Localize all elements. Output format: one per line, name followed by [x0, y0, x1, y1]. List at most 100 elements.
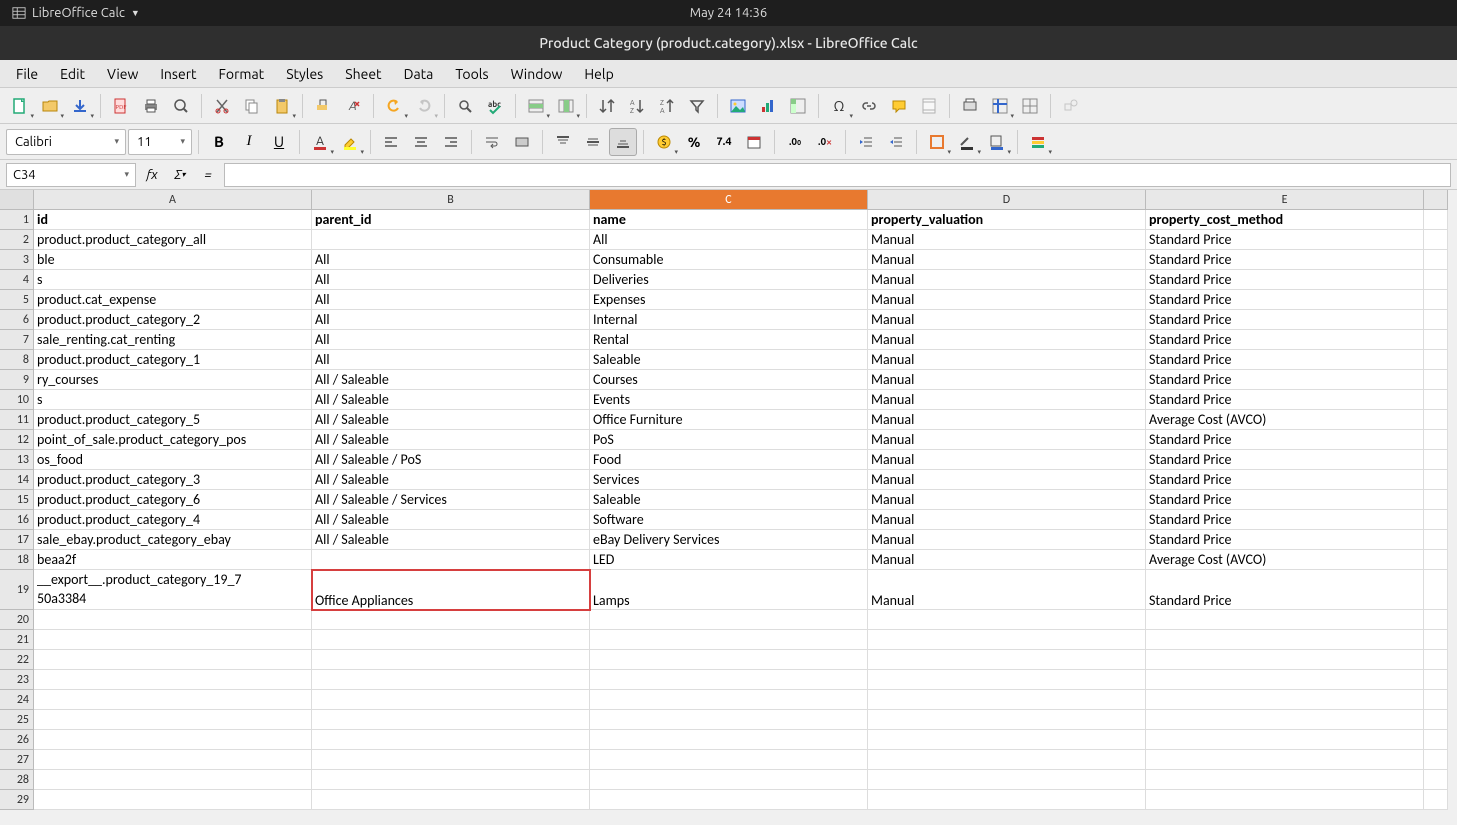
cell-24E[interactable] [1146, 690, 1424, 710]
cell-1D[interactable]: property_valuation [868, 210, 1146, 230]
row-header-10[interactable]: 10 [0, 390, 34, 410]
cell-15E[interactable]: Standard Price [1146, 490, 1424, 510]
row-header-11[interactable]: 11 [0, 410, 34, 430]
cell-16C[interactable]: Software [590, 510, 868, 530]
row-header-9[interactable]: 9 [0, 370, 34, 390]
cell-28F[interactable] [1424, 770, 1448, 790]
cell-27E[interactable] [1146, 750, 1424, 770]
number-format-button[interactable]: 7.4 [710, 128, 738, 156]
cell-28B[interactable] [312, 770, 590, 790]
cell-9F[interactable] [1424, 370, 1448, 390]
sum-button[interactable]: Σ ▾ [168, 163, 192, 187]
align-top-button[interactable] [549, 128, 577, 156]
cell-19C[interactable]: Lamps [590, 570, 868, 610]
cell-1A[interactable]: id [34, 210, 312, 230]
row-header-14[interactable]: 14 [0, 470, 34, 490]
cell-12F[interactable] [1424, 430, 1448, 450]
autofilter-button[interactable] [683, 92, 711, 120]
new-button[interactable] [6, 92, 34, 120]
split-window-button[interactable] [1016, 92, 1044, 120]
cell-18A[interactable]: beaa2f [34, 550, 312, 570]
cell-7A[interactable]: sale_renting.cat_renting [34, 330, 312, 350]
cell-26D[interactable] [868, 730, 1146, 750]
cell-24D[interactable] [868, 690, 1146, 710]
cell-26A[interactable] [34, 730, 312, 750]
cell-5A[interactable]: product.cat_expense [34, 290, 312, 310]
remove-decimal-button[interactable]: .0✕ [811, 128, 839, 156]
cell-7F[interactable] [1424, 330, 1448, 350]
cell-29A[interactable] [34, 790, 312, 810]
borders-button[interactable] [923, 128, 951, 156]
cell-13B[interactable]: All / Saleable / PoS [312, 450, 590, 470]
print-button[interactable] [137, 92, 165, 120]
row-header-19[interactable]: 19 [0, 570, 34, 610]
cell-6D[interactable]: Manual [868, 310, 1146, 330]
cell-11C[interactable]: Office Furniture [590, 410, 868, 430]
cell-27D[interactable] [868, 750, 1146, 770]
cell-20C[interactable] [590, 610, 868, 630]
cell-3A[interactable]: ble [34, 250, 312, 270]
highlight-button[interactable] [336, 128, 364, 156]
cell-2C[interactable]: All [590, 230, 868, 250]
underline-button[interactable]: U [265, 128, 293, 156]
cell-9E[interactable]: Standard Price [1146, 370, 1424, 390]
font-size-combo[interactable]: 11 [128, 129, 192, 155]
cell-8C[interactable]: Saleable [590, 350, 868, 370]
cell-25B[interactable] [312, 710, 590, 730]
column-header-A[interactable]: A [34, 190, 312, 210]
clear-formatting-button[interactable]: A [339, 92, 367, 120]
cell-14E[interactable]: Standard Price [1146, 470, 1424, 490]
row-header-24[interactable]: 24 [0, 690, 34, 710]
cell-6A[interactable]: product.product_category_2 [34, 310, 312, 330]
row-header-27[interactable]: 27 [0, 750, 34, 770]
cell-20D[interactable] [868, 610, 1146, 630]
find-button[interactable] [451, 92, 479, 120]
decrease-indent-button[interactable] [882, 128, 910, 156]
cell-1B[interactable]: parent_id [312, 210, 590, 230]
cell-7C[interactable]: Rental [590, 330, 868, 350]
column-header-C[interactable]: C [590, 190, 868, 210]
cell-15F[interactable] [1424, 490, 1448, 510]
row-header-22[interactable]: 22 [0, 650, 34, 670]
cell-15D[interactable]: Manual [868, 490, 1146, 510]
align-center-button[interactable] [407, 128, 435, 156]
date-format-button[interactable] [740, 128, 768, 156]
cell-3F[interactable] [1424, 250, 1448, 270]
cell-18C[interactable]: LED [590, 550, 868, 570]
cell-9A[interactable]: ry_courses [34, 370, 312, 390]
merge-cells-button[interactable] [508, 128, 536, 156]
menu-format[interactable]: Format [209, 62, 275, 86]
cell-20E[interactable] [1146, 610, 1424, 630]
row-header-5[interactable]: 5 [0, 290, 34, 310]
cell-8B[interactable]: All [312, 350, 590, 370]
cell-25F[interactable] [1424, 710, 1448, 730]
row-header-12[interactable]: 12 [0, 430, 34, 450]
cell-19D[interactable]: Manual [868, 570, 1146, 610]
cell-23E[interactable] [1146, 670, 1424, 690]
cell-29D[interactable] [868, 790, 1146, 810]
row-header-21[interactable]: 21 [0, 630, 34, 650]
save-button[interactable] [66, 92, 94, 120]
border-style-button[interactable] [953, 128, 981, 156]
cell-25E[interactable] [1146, 710, 1424, 730]
menu-insert[interactable]: Insert [150, 62, 206, 86]
cell-27F[interactable] [1424, 750, 1448, 770]
cell-14F[interactable] [1424, 470, 1448, 490]
cell-8F[interactable] [1424, 350, 1448, 370]
menu-help[interactable]: Help [574, 62, 623, 86]
row-header-8[interactable]: 8 [0, 350, 34, 370]
menu-view[interactable]: View [97, 62, 148, 86]
cell-22B[interactable] [312, 650, 590, 670]
cell-13E[interactable]: Standard Price [1146, 450, 1424, 470]
cell-11B[interactable]: All / Saleable [312, 410, 590, 430]
headers-footers-button[interactable] [915, 92, 943, 120]
cell-23F[interactable] [1424, 670, 1448, 690]
export-pdf-button[interactable]: PDF [107, 92, 135, 120]
cell-5C[interactable]: Expenses [590, 290, 868, 310]
cell-22E[interactable] [1146, 650, 1424, 670]
column-button[interactable] [552, 92, 580, 120]
cell-23B[interactable] [312, 670, 590, 690]
cell-22C[interactable] [590, 650, 868, 670]
cell-2A[interactable]: product.product_category_all [34, 230, 312, 250]
cell-25C[interactable] [590, 710, 868, 730]
